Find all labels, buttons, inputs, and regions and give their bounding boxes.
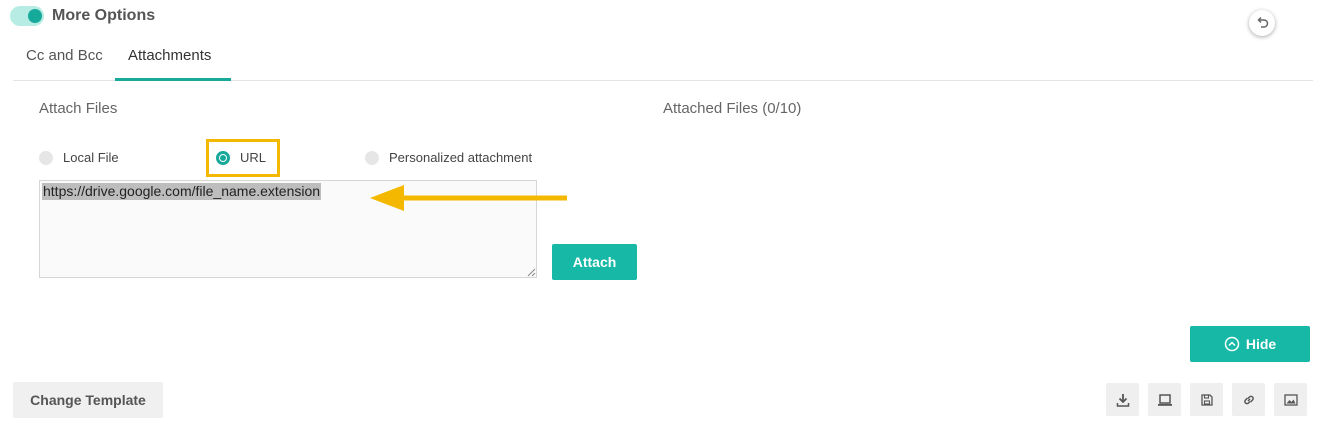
link-button[interactable] <box>1232 383 1265 416</box>
chevron-up-circle-icon <box>1224 336 1240 352</box>
radio-label: URL <box>240 150 267 165</box>
laptop-icon <box>1157 393 1172 406</box>
image-icon <box>1283 393 1298 406</box>
undo-icon <box>1257 16 1269 28</box>
toggle-knob <box>28 9 42 23</box>
resize-grip-icon[interactable] <box>526 267 536 277</box>
save-button[interactable] <box>1190 383 1223 416</box>
hide-button[interactable]: Hide <box>1190 326 1310 362</box>
radio-circle <box>365 151 379 165</box>
preview-button[interactable] <box>1148 383 1181 416</box>
more-options-toggle[interactable] <box>10 6 44 26</box>
arrow-left-icon <box>370 185 567 211</box>
hide-button-label: Hide <box>1245 336 1277 352</box>
radio-personalized-attachment[interactable]: Personalized attachment <box>365 150 532 166</box>
tab-attachments[interactable]: Attachments <box>128 46 211 66</box>
save-icon <box>1200 393 1213 406</box>
image-button[interactable] <box>1274 383 1307 416</box>
undo-button[interactable] <box>1249 10 1275 36</box>
radio-circle <box>39 151 53 165</box>
radio-local-file[interactable]: Local File <box>39 150 119 166</box>
active-tab-indicator <box>115 78 231 81</box>
download-button[interactable] <box>1106 383 1139 416</box>
change-template-button[interactable]: Change Template <box>13 382 163 418</box>
url-input-value: https://drive.google.com/file_name.exten… <box>42 183 322 200</box>
download-icon <box>1116 393 1129 407</box>
attach-files-title: Attach Files <box>39 100 118 117</box>
radio-label: Personalized attachment <box>389 150 533 165</box>
attached-files-title: Attached Files (0/10) <box>663 100 802 117</box>
more-options-label: More Options <box>52 7 156 24</box>
radio-url[interactable]: URL <box>216 150 266 166</box>
tab-cc-and-bcc[interactable]: Cc and Bcc <box>26 46 103 66</box>
link-icon <box>1243 395 1254 404</box>
radio-circle-selected <box>216 151 230 165</box>
attach-button[interactable]: Attach <box>552 244 637 280</box>
radio-label: Local File <box>63 150 119 165</box>
